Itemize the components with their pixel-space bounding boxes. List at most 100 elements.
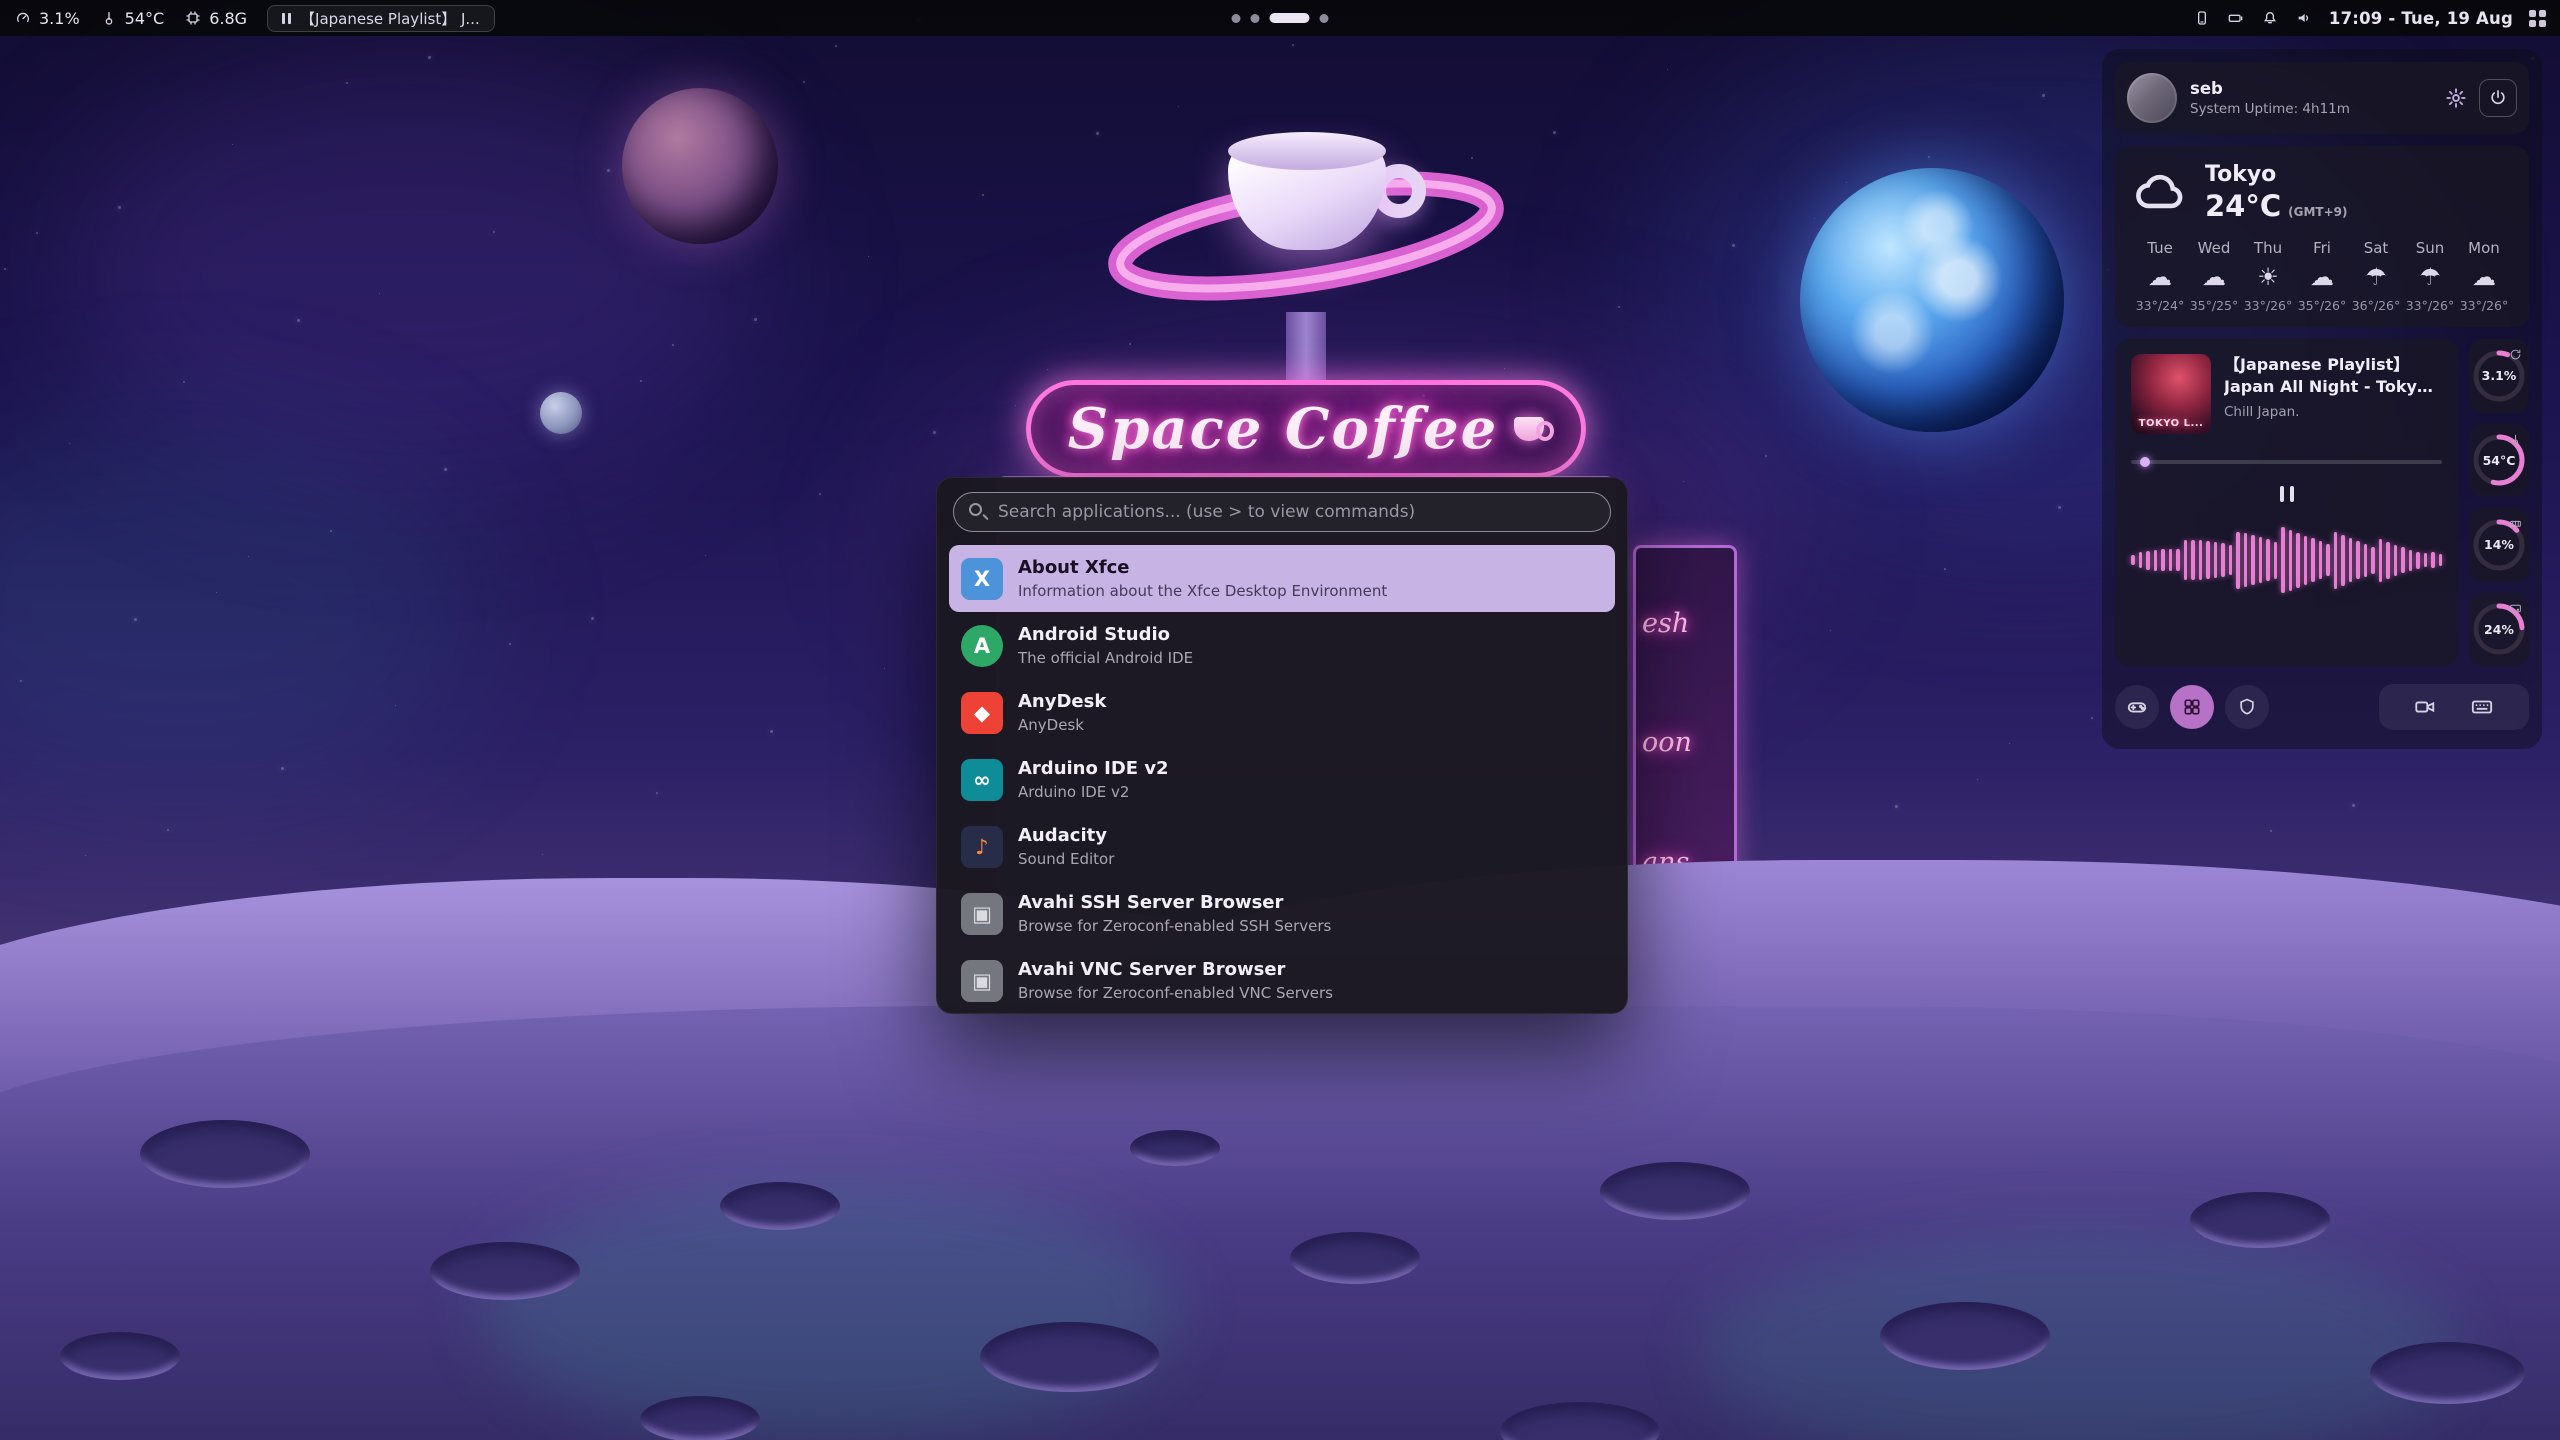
keyboard-button[interactable]: [2470, 696, 2494, 718]
app-row-avahi-vnc[interactable]: ▣ Avahi VNC Server Browser Browse for Ze…: [949, 947, 1615, 1014]
power-button[interactable]: [2479, 79, 2517, 117]
album-art: TOKYO L...: [2131, 354, 2211, 434]
waveform-bar: [2289, 530, 2293, 591]
waveform-bar: [2274, 542, 2278, 579]
star: [607, 169, 610, 172]
star: [330, 530, 332, 532]
gamepad-button[interactable]: [2115, 685, 2159, 729]
gamepad-icon: [2126, 696, 2148, 718]
topbar-left: 3.1% 54°C 6.8G 【Japanese Playlist】 J...: [14, 5, 495, 32]
star: [1129, 343, 1131, 345]
waveform-bar: [2229, 545, 2233, 575]
weather-condition-icon: ☀: [2241, 265, 2295, 289]
apps-menu-icon[interactable]: [2529, 10, 2546, 27]
app-name: Android Studio: [1018, 624, 1193, 647]
star: [1618, 306, 1620, 308]
app-row-arduino-ide[interactable]: ∞ Arduino IDE v2 Arduino IDE v2: [949, 746, 1615, 813]
star: [232, 144, 233, 145]
crater: [1290, 1232, 1420, 1284]
saturn-coffee-cup: [1106, 118, 1506, 318]
avahi-ssh-app-icon: ▣: [961, 893, 1003, 935]
settings-gear-icon[interactable]: [2445, 87, 2467, 109]
workspace-active-pill[interactable]: [1270, 13, 1310, 23]
star: [248, 556, 249, 557]
star: [281, 767, 284, 770]
app-row-avahi-ssh[interactable]: ▣ Avahi SSH Server Browser Browse for Ze…: [949, 880, 1615, 947]
crater: [1880, 1302, 2050, 1370]
star: [216, 592, 217, 593]
weather-city: Tokyo: [2205, 162, 2348, 187]
temperature-gauge: 54°C: [2469, 424, 2529, 498]
workspace-dot[interactable]: [1232, 14, 1241, 23]
shield-button[interactable]: [2225, 685, 2269, 729]
star: [2009, 743, 2010, 744]
earth-planet: [1800, 168, 2064, 432]
system-gauges: 3.1% 54°C 14%: [2469, 339, 2529, 666]
waveform-bar: [2304, 536, 2308, 585]
apps-grid-button[interactable]: [2170, 685, 2214, 729]
weather-condition-icon: ☁: [2295, 265, 2349, 289]
forecast-day: Mon ☁ 33°/26°: [2457, 239, 2511, 313]
neon-coffee-cup-icon: [1514, 417, 1544, 441]
waveform-bar: [2221, 543, 2225, 577]
star: [4, 268, 6, 270]
app-row-anydesk[interactable]: ◆ AnyDesk AnyDesk: [949, 679, 1615, 746]
star: [1292, 44, 1294, 46]
waveform-bar: [2139, 552, 2143, 568]
waveform-bar: [2431, 552, 2435, 568]
topbar-media-widget[interactable]: 【Japanese Playlist】 J...: [267, 5, 495, 32]
weather-card: Tokyo 24°C (GMT+9) Tue ☁ 33°/24° Wed ☁ 3…: [2115, 146, 2529, 327]
track-title: 【Japanese Playlist】 Japan All Night - To…: [2224, 354, 2442, 397]
topbar-right: 17:09 - Tue, 19 Aug: [2193, 9, 2546, 28]
star: [2270, 830, 2272, 832]
screen-record-button[interactable]: [2414, 696, 2436, 718]
app-row-about-xfce[interactable]: X About Xfce Information about the Xfce …: [949, 545, 1615, 612]
waveform-bar: [2169, 549, 2173, 571]
memory-value: 6.8G: [209, 9, 247, 28]
waveform-bar: [2409, 550, 2413, 571]
app-row-audacity[interactable]: ♪ Audacity Sound Editor: [949, 813, 1615, 880]
star: [428, 56, 431, 59]
weather-condition-icon: ☁: [2457, 265, 2511, 289]
quick-actions-row: [2115, 678, 2529, 736]
window-neon-text: esh: [1642, 608, 1689, 639]
star: [36, 232, 38, 234]
waveform-bar: [2176, 549, 2180, 571]
album-caption: TOKYO L...: [2131, 418, 2211, 429]
star: [444, 468, 447, 471]
avatar: [2127, 73, 2177, 123]
app-row-android-studio[interactable]: A Android Studio The official Android ID…: [949, 612, 1615, 679]
star: [134, 618, 137, 621]
cpu-gauge: 3.1%: [2469, 339, 2529, 413]
track-subtitle: Chill Japan.: [2224, 404, 2442, 420]
volume-icon[interactable]: [2295, 9, 2313, 27]
star: [705, 555, 706, 556]
media-progress-bar[interactable]: [2131, 460, 2442, 464]
star: [493, 231, 495, 233]
bell-icon[interactable]: [2261, 9, 2279, 27]
crater: [2190, 1192, 2330, 1248]
pause-button[interactable]: [2276, 482, 2298, 506]
star: [1977, 779, 1978, 780]
star: [1895, 805, 1898, 808]
waveform-bar: [2281, 527, 2285, 593]
crater: [1130, 1130, 1220, 1166]
cloud-icon: [2133, 168, 2189, 218]
app-description: AnyDesk: [1018, 716, 1106, 734]
workspace-dot[interactable]: [1251, 14, 1260, 23]
memory-metric: 6.8G: [184, 9, 247, 28]
star: [2352, 804, 2355, 807]
waveform-bar: [2319, 541, 2323, 579]
star: [770, 730, 773, 733]
battery-icon[interactable]: [2227, 9, 2245, 27]
workspace-dot[interactable]: [1320, 14, 1329, 23]
search-input[interactable]: [953, 492, 1611, 532]
keyboard-icon: [2470, 696, 2494, 718]
search-icon: [969, 503, 982, 516]
phone-icon[interactable]: [2193, 9, 2211, 27]
app-description: Sound Editor: [1018, 850, 1114, 868]
waveform-bar: [2131, 555, 2135, 565]
sign-pole: [1286, 312, 1326, 384]
waveform-bar: [2251, 535, 2255, 585]
star: [1944, 568, 1946, 570]
